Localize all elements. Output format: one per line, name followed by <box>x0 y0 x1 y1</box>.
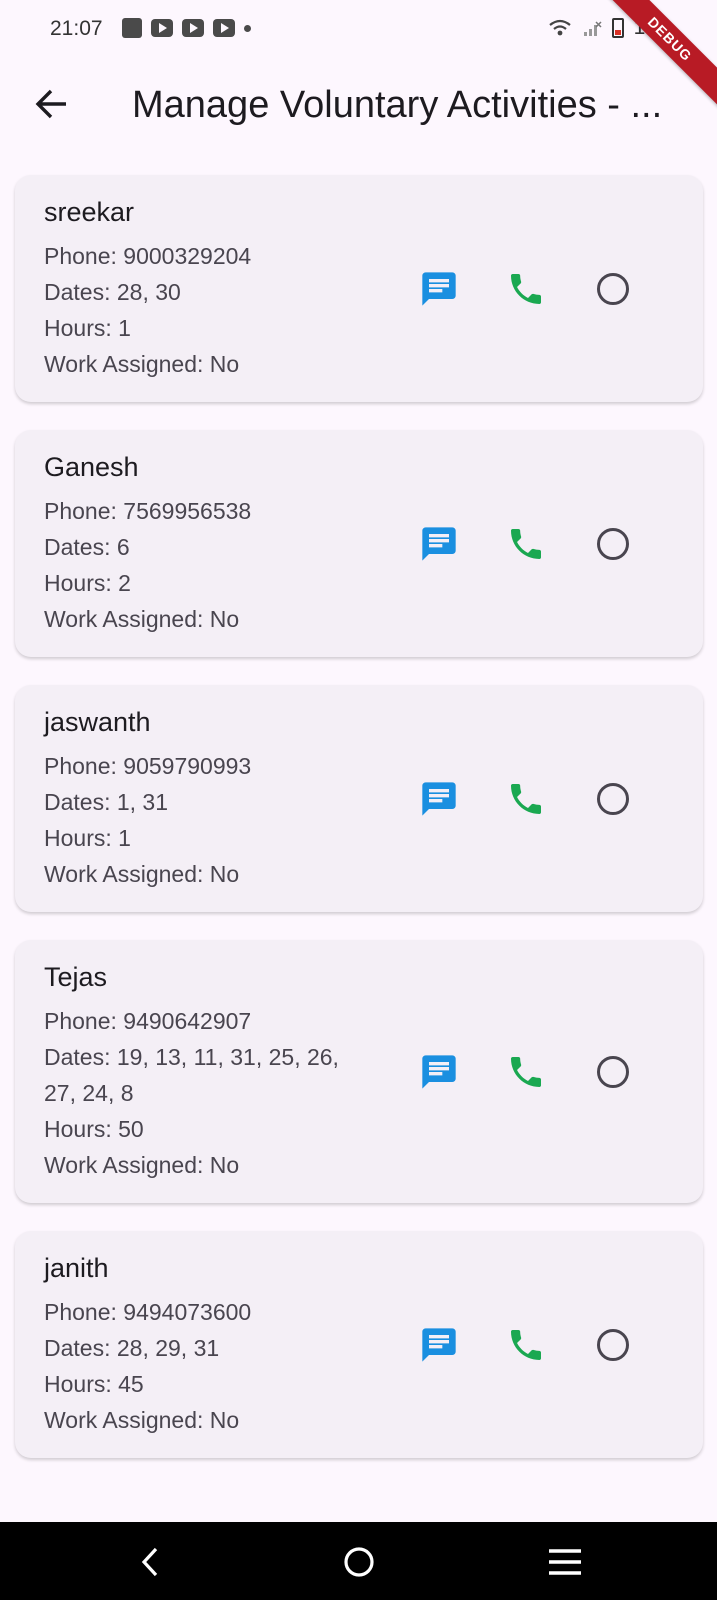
volunteer-dates: Dates: 19, 13, 11, 31, 25, 26, 27, 24, 8 <box>44 1044 339 1106</box>
page-title: Manage Voluntary Activities - ... <box>132 84 663 126</box>
phone-icon <box>511 273 541 304</box>
volunteer-phone: Phone: 9059790993 <box>44 753 252 779</box>
select-radio[interactable] <box>593 1325 633 1365</box>
phone-icon <box>511 1056 541 1087</box>
notification-icons <box>122 18 251 38</box>
volunteer-list: sreekar Phone: 9000329204 Dates: 28, 30 … <box>15 175 703 1486</box>
radio-unchecked-icon <box>597 1055 629 1088</box>
nav-back-button[interactable] <box>131 1542 171 1582</box>
volunteer-dates: Dates: 28, 29, 31 <box>44 1335 220 1361</box>
select-radio[interactable] <box>593 524 633 564</box>
call-button[interactable] <box>506 1325 546 1365</box>
volunteer-card: Ganesh Phone: 7569956538 Dates: 6 Hours:… <box>15 430 703 657</box>
message-button[interactable] <box>419 1052 459 1092</box>
status-bar: 21:07 17 <box>0 0 717 62</box>
battery-icon <box>611 18 624 38</box>
card-actions <box>419 269 633 309</box>
volunteer-card: sreekar Phone: 9000329204 Dates: 28, 30 … <box>15 175 703 402</box>
message-button[interactable] <box>419 1325 459 1365</box>
volunteer-card: jaswanth Phone: 9059790993 Dates: 1, 31 … <box>15 685 703 912</box>
volunteer-name: Ganesh <box>44 452 139 482</box>
volunteer-hours: Hours: 1 <box>44 825 131 851</box>
phone-icon <box>511 528 541 559</box>
status-time: 21:07 <box>50 17 103 40</box>
app-bar: Manage Voluntary Activities - ... <box>0 62 717 154</box>
volunteer-name: sreekar <box>44 197 135 227</box>
volunteer-work-assigned: Work Assigned: No <box>44 606 240 632</box>
call-button[interactable] <box>506 269 546 309</box>
phone-icon <box>511 783 541 814</box>
youtube-icon <box>151 19 173 37</box>
volunteer-dates: Dates: 1, 31 <box>44 789 169 815</box>
select-radio[interactable] <box>593 269 633 309</box>
shopping-bag-icon <box>122 18 142 38</box>
call-button[interactable] <box>506 524 546 564</box>
volunteer-hours: Hours: 50 <box>44 1116 144 1142</box>
volunteer-dates: Dates: 28, 30 <box>44 279 181 305</box>
nav-menu-icon <box>549 1549 581 1575</box>
message-button[interactable] <box>419 779 459 819</box>
volunteer-hours: Hours: 45 <box>44 1371 144 1397</box>
card-actions <box>419 779 633 819</box>
message-button[interactable] <box>419 524 459 564</box>
radio-unchecked-icon <box>597 527 629 560</box>
nav-home-button[interactable] <box>339 1542 379 1582</box>
radio-unchecked-icon <box>597 272 629 305</box>
volunteer-phone: Phone: 9000329204 <box>44 243 252 269</box>
volunteer-work-assigned: Work Assigned: No <box>44 1152 240 1178</box>
youtube-icon <box>182 19 204 37</box>
volunteer-work-assigned: Work Assigned: No <box>44 351 240 377</box>
message-icon <box>422 526 456 561</box>
card-actions <box>419 524 633 564</box>
volunteer-hours: Hours: 2 <box>44 570 131 596</box>
volunteer-hours: Hours: 1 <box>44 315 131 341</box>
message-icon <box>422 271 456 306</box>
volunteer-work-assigned: Work Assigned: No <box>44 861 240 887</box>
nav-back-icon <box>141 1547 158 1577</box>
message-icon <box>422 781 456 816</box>
nav-home-icon <box>344 1547 374 1577</box>
volunteer-phone: Phone: 7569956538 <box>44 498 252 524</box>
select-radio[interactable] <box>593 779 633 819</box>
select-radio[interactable] <box>593 1052 633 1092</box>
radio-unchecked-icon <box>597 782 629 815</box>
volunteer-work-assigned: Work Assigned: No <box>44 1407 240 1433</box>
more-notifications-icon <box>244 24 251 32</box>
phone-icon <box>511 1329 541 1360</box>
call-button[interactable] <box>506 1052 546 1092</box>
arrow-back-icon <box>35 89 66 119</box>
volunteer-dates: Dates: 6 <box>44 534 130 560</box>
volunteer-phone: Phone: 9494073600 <box>44 1299 252 1325</box>
message-icon <box>422 1054 456 1089</box>
nav-recents-button[interactable] <box>545 1542 585 1582</box>
volunteer-card: Tejas Phone: 9490642907 Dates: 19, 13, 1… <box>15 940 703 1203</box>
card-actions <box>419 1052 633 1092</box>
volunteer-name: Tejas <box>44 962 108 992</box>
call-button[interactable] <box>506 779 546 819</box>
volunteer-name: jaswanth <box>44 707 151 737</box>
volunteer-phone: Phone: 9490642907 <box>44 1008 252 1034</box>
signal-icon <box>583 21 602 36</box>
radio-unchecked-icon <box>597 1328 629 1361</box>
system-nav-bar <box>0 1522 717 1600</box>
youtube-icon <box>213 19 235 37</box>
card-actions <box>419 1325 633 1365</box>
back-button[interactable] <box>30 82 74 126</box>
message-button[interactable] <box>419 269 459 309</box>
wifi-icon <box>548 19 571 36</box>
volunteer-name: janith <box>44 1253 109 1283</box>
message-icon <box>422 1327 456 1362</box>
volunteer-card: janith Phone: 9494073600 Dates: 28, 29, … <box>15 1231 703 1458</box>
